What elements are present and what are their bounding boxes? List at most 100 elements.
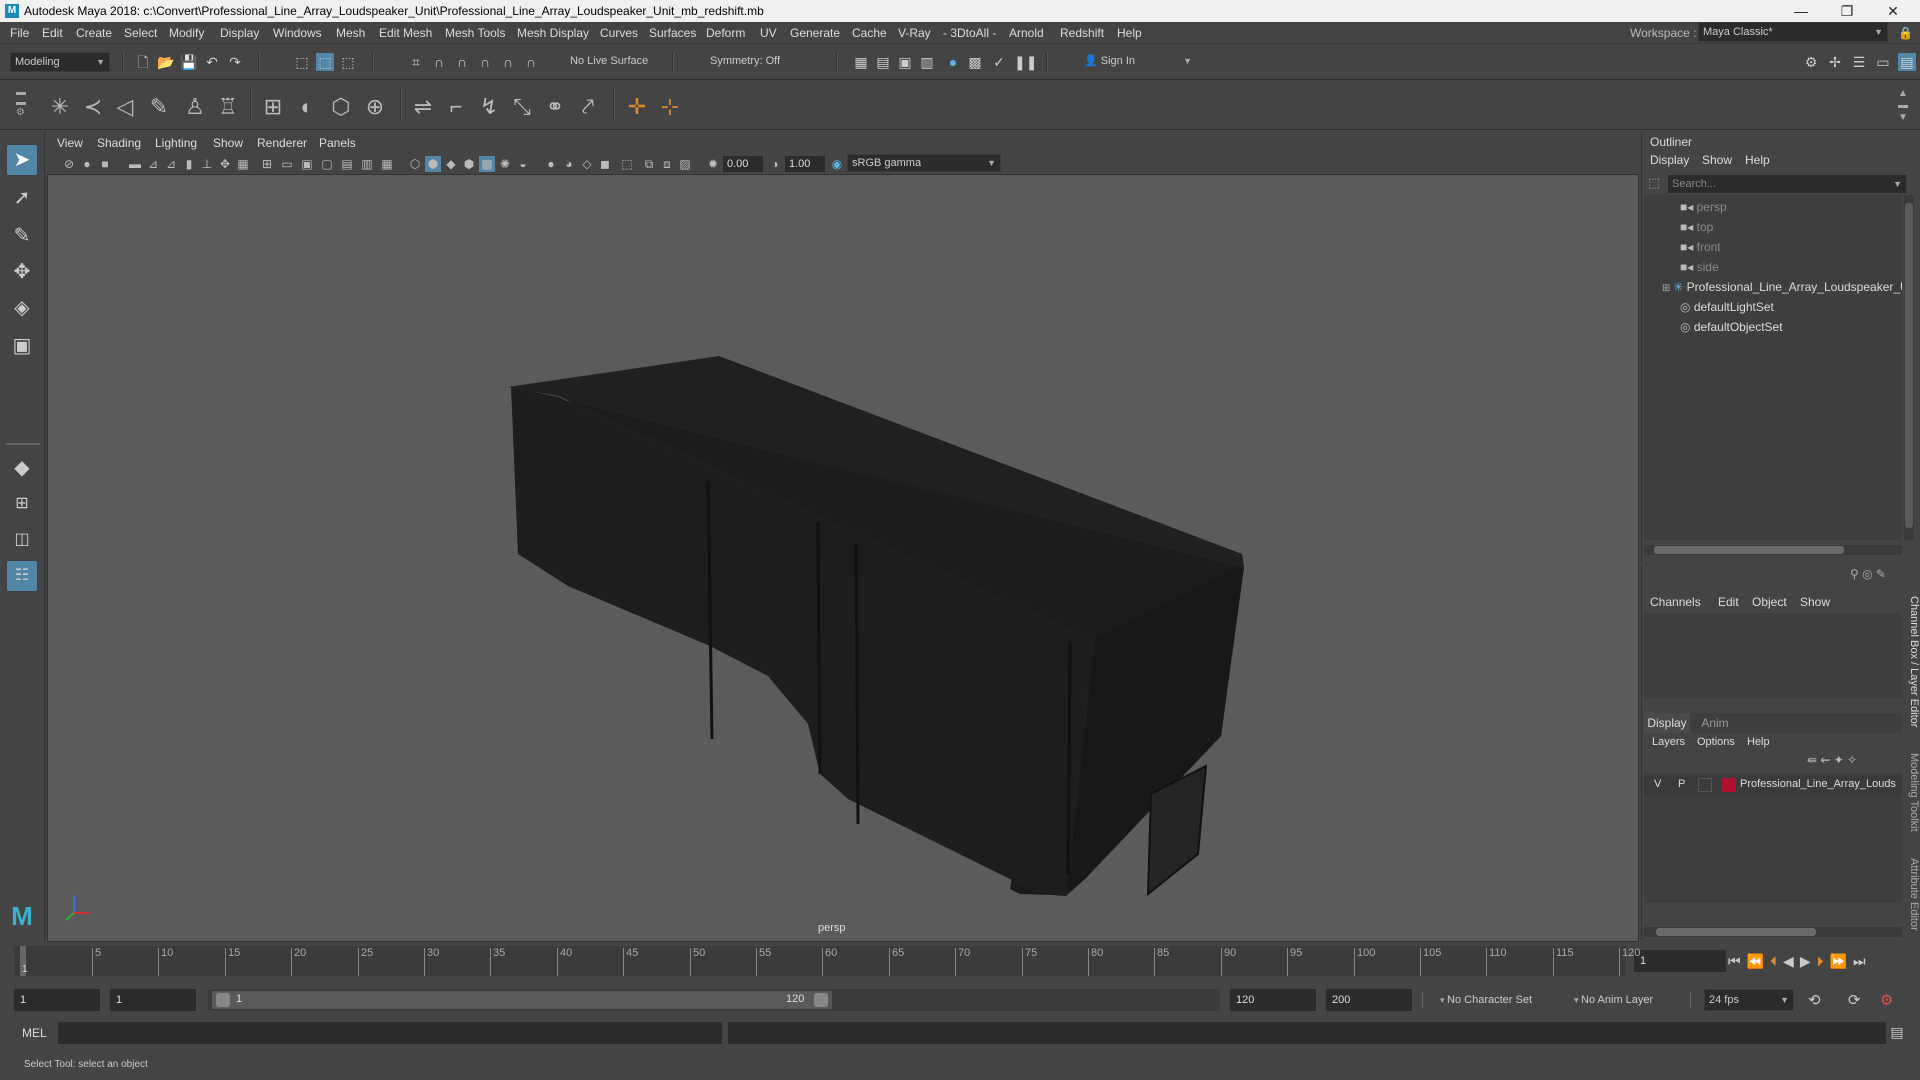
step-back-key-icon[interactable]: ⏪ <box>1747 953 1770 969</box>
hud-icon[interactable]: ▨ <box>677 156 693 172</box>
layer-visibility-toggle[interactable]: V <box>1654 778 1661 790</box>
snap-view-icon[interactable]: ∩ <box>476 53 494 71</box>
layer-color-swatch[interactable] <box>1722 778 1736 792</box>
snap-grid-icon[interactable]: ⌗ <box>407 53 425 71</box>
live-surface-field[interactable]: No Live Surface <box>566 52 662 72</box>
step-forward-frame-icon[interactable]: ⏵ <box>1817 953 1830 969</box>
ambient-occlusion-icon[interactable]: ✺ <box>497 156 513 172</box>
gamma-field[interactable]: 1.00 <box>785 156 825 172</box>
auto-key-icon[interactable]: ⟳ <box>1848 991 1861 1009</box>
use-lights-icon[interactable]: ⬢ <box>461 156 477 172</box>
film-gate-icon[interactable]: ▭ <box>279 156 295 172</box>
layer-menu-layers[interactable]: Layers <box>1652 736 1685 748</box>
layer-menu-options[interactable]: Options <box>1697 736 1735 748</box>
safe-title-icon[interactable]: ▦ <box>379 156 395 172</box>
render-sequence-icon[interactable]: ▤ <box>874 53 892 71</box>
gate-mask-icon[interactable]: ▢ <box>319 156 335 172</box>
channel-menu-object[interactable]: Object <box>1752 595 1787 609</box>
layer-menu-help[interactable]: Help <box>1747 736 1770 748</box>
vp-menu-renderer[interactable]: Renderer <box>257 136 307 150</box>
shelf-flare-icon[interactable]: ⌐ <box>441 92 471 122</box>
lock-icon[interactable]: 🔒 <box>1898 26 1913 40</box>
textured-icon[interactable]: ◆ <box>443 156 459 172</box>
outliner-search-input[interactable]: Search... ▼ <box>1668 175 1906 193</box>
rotate-tool-icon[interactable]: ◈ <box>7 293 37 323</box>
menu-uv[interactable]: UV <box>760 26 777 40</box>
isolate-select-icon[interactable]: ◇ <box>579 156 595 172</box>
go-to-end-icon[interactable]: ⏭ <box>1853 953 1872 969</box>
exposure-field[interactable]: 0.00 <box>723 156 763 172</box>
vp-menu-show[interactable]: Show <box>213 136 243 150</box>
shelf-cube-icon[interactable]: ⬡ <box>326 92 356 122</box>
redo-icon[interactable]: ↷ <box>226 53 244 71</box>
snap-surface-icon[interactable]: ∩ <box>499 53 517 71</box>
open-scene-icon[interactable]: 📂 <box>157 53 175 71</box>
grid-toggle-icon[interactable]: ⊞ <box>259 156 275 172</box>
layer-hscroll-thumb[interactable] <box>1656 928 1816 936</box>
command-language-toggle[interactable]: MEL <box>22 1026 47 1040</box>
snap-curve-icon[interactable]: ∩ <box>430 53 448 71</box>
shelf-sculpt-icon[interactable]: ⚭ <box>540 92 570 122</box>
sign-in-button[interactable]: 👤 Sign In ▼ <box>1080 52 1196 72</box>
wireframe-icon[interactable]: ⬡ <box>407 156 423 172</box>
step-back-frame-icon[interactable]: ⏴ <box>1770 953 1783 969</box>
xray-icon[interactable]: ◼ <box>597 156 613 172</box>
camera-attributes-icon[interactable]: ● <box>79 156 95 172</box>
layer-reference-toggle[interactable] <box>1698 778 1712 792</box>
outliner-item-top[interactable]: ■◂ top <box>1680 217 1920 237</box>
xray-active-icon[interactable]: ⧉ <box>641 156 657 172</box>
shelf-skeleton-icon[interactable]: ♖ <box>213 92 243 122</box>
menu-vray[interactable]: V-Ray <box>898 26 931 40</box>
modeling-toolkit-side-tab[interactable]: Modeling Toolkit <box>1906 745 1920 840</box>
undo-icon[interactable]: ↶ <box>203 53 221 71</box>
anim-end-field[interactable]: 200 <box>1326 989 1412 1011</box>
color-management-icon[interactable]: ◉ <box>829 156 845 172</box>
outliner-vscrollbar[interactable] <box>1904 195 1914 540</box>
playback-controls[interactable]: ⏮⏪⏴◀▶⏵⏩⏭ <box>1728 950 1914 972</box>
vp-menu-lighting[interactable]: Lighting <box>155 136 197 150</box>
tool-settings-icon[interactable]: ☰ <box>1850 53 1868 71</box>
two-view-layout-icon[interactable]: ◫ <box>7 525 37 555</box>
select-object-icon[interactable]: ⬚ <box>316 53 334 71</box>
fps-dropdown[interactable]: 24 fps ▼ <box>1704 989 1794 1011</box>
menu-select[interactable]: Select <box>124 26 157 40</box>
channel-box-toggle-icon[interactable]: ▤ <box>1898 53 1916 71</box>
ipr-render-icon[interactable]: ▣ <box>896 53 914 71</box>
outliner-filter-icon[interactable]: ⬚ <box>1648 175 1664 193</box>
channel-menu-channels[interactable]: Channels <box>1650 595 1701 609</box>
shelf-options-icon[interactable]: ▬ ▬ ⚙ <box>16 88 32 122</box>
shelf-cylinder-icon[interactable]: ⊕ <box>360 92 390 122</box>
character-set-dropdown[interactable]: ▾ No Character Set <box>1436 989 1566 1011</box>
2d-pan-icon[interactable]: ⊿ <box>145 156 161 172</box>
light-icon[interactable]: ⊥ <box>199 156 215 172</box>
attribute-editor-side-tab[interactable]: Attribute Editor <box>1906 848 1920 940</box>
shelf-scroll-icon[interactable]: ▲ ▬ ▼ <box>1896 88 1910 124</box>
step-forward-key-icon[interactable]: ⏩ <box>1830 953 1853 969</box>
backface-culling-icon[interactable]: ⧈ <box>659 156 675 172</box>
shelf-star-icon[interactable]: ✳ <box>45 92 75 122</box>
menu-windows[interactable]: Windows <box>273 26 322 40</box>
range-start-handle[interactable] <box>216 993 230 1007</box>
outliner-hscrollbar[interactable] <box>1644 545 1902 555</box>
menu-cache[interactable]: Cache <box>852 26 887 40</box>
outliner-item-persp[interactable]: ■◂ persp <box>1680 197 1920 217</box>
menu-mesh-tools[interactable]: Mesh Tools <box>445 26 505 40</box>
color-space-dropdown[interactable]: sRGB gamma ▼ <box>847 154 1001 172</box>
menu-curves[interactable]: Curves <box>600 26 638 40</box>
outliner-item-side[interactable]: ■◂ side <box>1680 257 1920 277</box>
shelf-cv-curve-icon[interactable]: ≺ <box>78 92 108 122</box>
vp-menu-view[interactable]: View <box>57 136 83 150</box>
menu-display[interactable]: Display <box>220 26 259 40</box>
vp-menu-shading[interactable]: Shading <box>97 136 141 150</box>
scale-tool-icon[interactable]: ▣ <box>7 331 37 361</box>
maximize-button[interactable]: ❐ <box>1824 0 1870 22</box>
xray-joints-icon[interactable]: ⬚ <box>619 156 635 172</box>
move-camera-icon[interactable]: ✥ <box>217 156 233 172</box>
anti-aliasing-icon[interactable]: ● <box>543 156 559 172</box>
shelf-wave-icon[interactable]: ⤡ <box>507 92 537 122</box>
resolution-gate-icon[interactable]: ▣ <box>299 156 315 172</box>
shelf-ep-curve-icon[interactable]: ◁ <box>110 92 140 122</box>
outliner-menu-help[interactable]: Help <box>1745 153 1770 167</box>
close-button[interactable]: ✕ <box>1870 0 1916 22</box>
layer-row[interactable]: V P Professional_Line_Array_Louds <box>1644 775 1902 795</box>
